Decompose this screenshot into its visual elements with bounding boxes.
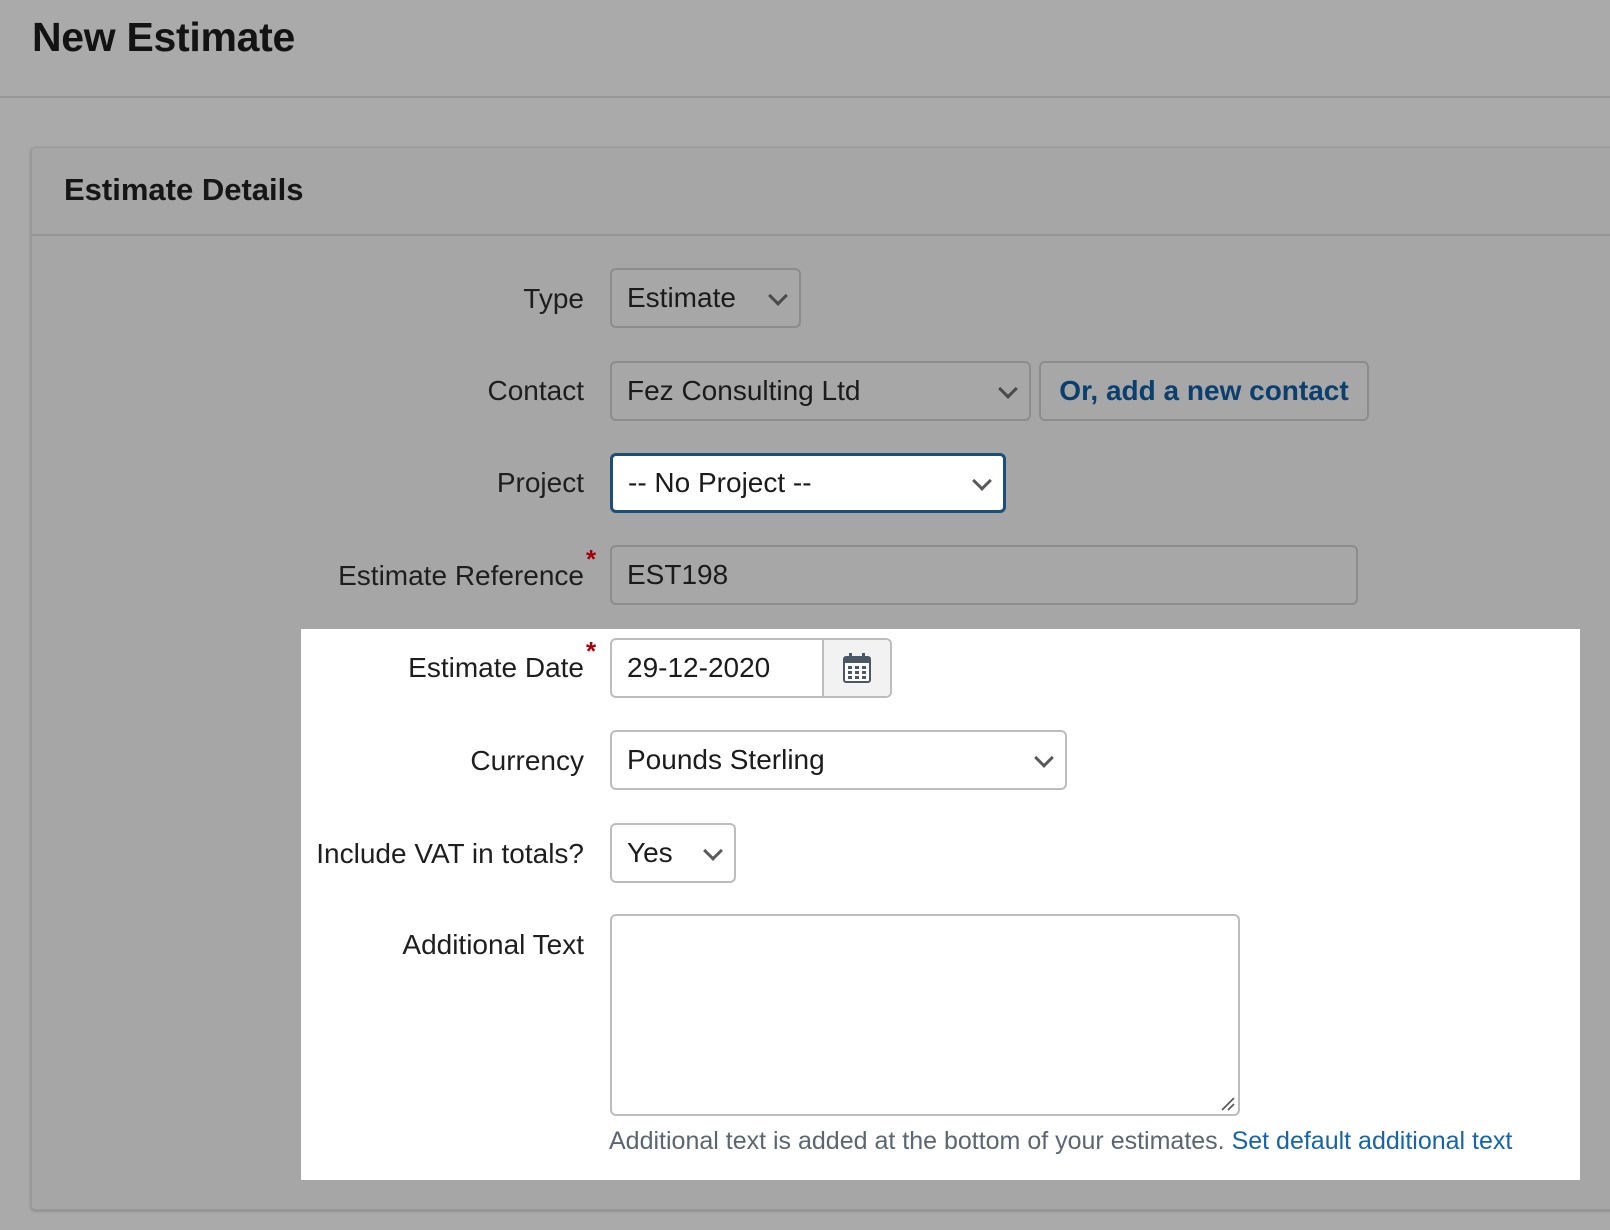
- additional-text-textarea[interactable]: [610, 914, 1240, 1116]
- contact-select-value: Fez Consulting Ltd: [627, 375, 861, 406]
- project-select[interactable]: -- No Project --: [610, 453, 1006, 513]
- currency-select[interactable]: Pounds Sterling: [610, 730, 1067, 790]
- chevron-down-icon: [998, 379, 1018, 399]
- set-default-additional-text-link[interactable]: Set default additional text: [1232, 1127, 1513, 1155]
- panel-header: Estimate Details: [32, 148, 1610, 236]
- project-select-value: -- No Project --: [628, 467, 812, 498]
- currency-select-value: Pounds Sterling: [627, 744, 825, 775]
- chevron-down-icon: [768, 286, 788, 306]
- estimate-reference-input[interactable]: EST198: [610, 545, 1358, 605]
- type-label: Type: [523, 283, 584, 314]
- project-label: Project: [496, 467, 584, 498]
- page-header: New Estimate: [0, 0, 1610, 98]
- chevron-down-icon: [703, 841, 723, 861]
- type-select-value: Estimate: [627, 282, 736, 313]
- estimate-date-input[interactable]: 29-12-2020: [612, 640, 826, 696]
- estimate-reference-label: Estimate Reference: [338, 560, 584, 591]
- chevron-down-icon: [972, 471, 992, 491]
- resize-handle-icon[interactable]: [1219, 1095, 1235, 1111]
- include-vat-label: Include VAT in totals?: [316, 838, 584, 869]
- include-vat-select-value: Yes: [627, 837, 673, 868]
- include-vat-select[interactable]: Yes: [610, 823, 736, 883]
- additional-text-help-text: Additional text is added at the bottom o…: [609, 1127, 1225, 1155]
- contact-select[interactable]: Fez Consulting Ltd: [610, 361, 1031, 421]
- currency-label: Currency: [470, 745, 584, 776]
- type-select[interactable]: Estimate: [610, 268, 801, 328]
- additional-text-label: Additional Text: [402, 929, 584, 960]
- estimate-reference-value: EST198: [627, 559, 729, 590]
- required-marker: *: [586, 636, 597, 666]
- page-title: New Estimate: [32, 14, 296, 60]
- add-new-contact-button[interactable]: Or, add a new contact: [1039, 361, 1369, 421]
- contact-label: Contact: [487, 375, 585, 406]
- estimate-date-group: 29-12-2020: [610, 638, 892, 698]
- panel-title: Estimate Details: [64, 172, 304, 207]
- estimate-date-label: Estimate Date: [408, 652, 584, 683]
- chevron-down-icon: [1034, 748, 1054, 768]
- additional-text-help: Additional text is added at the bottom o…: [609, 1126, 1512, 1156]
- calendar-button[interactable]: [822, 640, 890, 696]
- required-marker: *: [586, 544, 597, 574]
- calendar-icon: [843, 653, 871, 683]
